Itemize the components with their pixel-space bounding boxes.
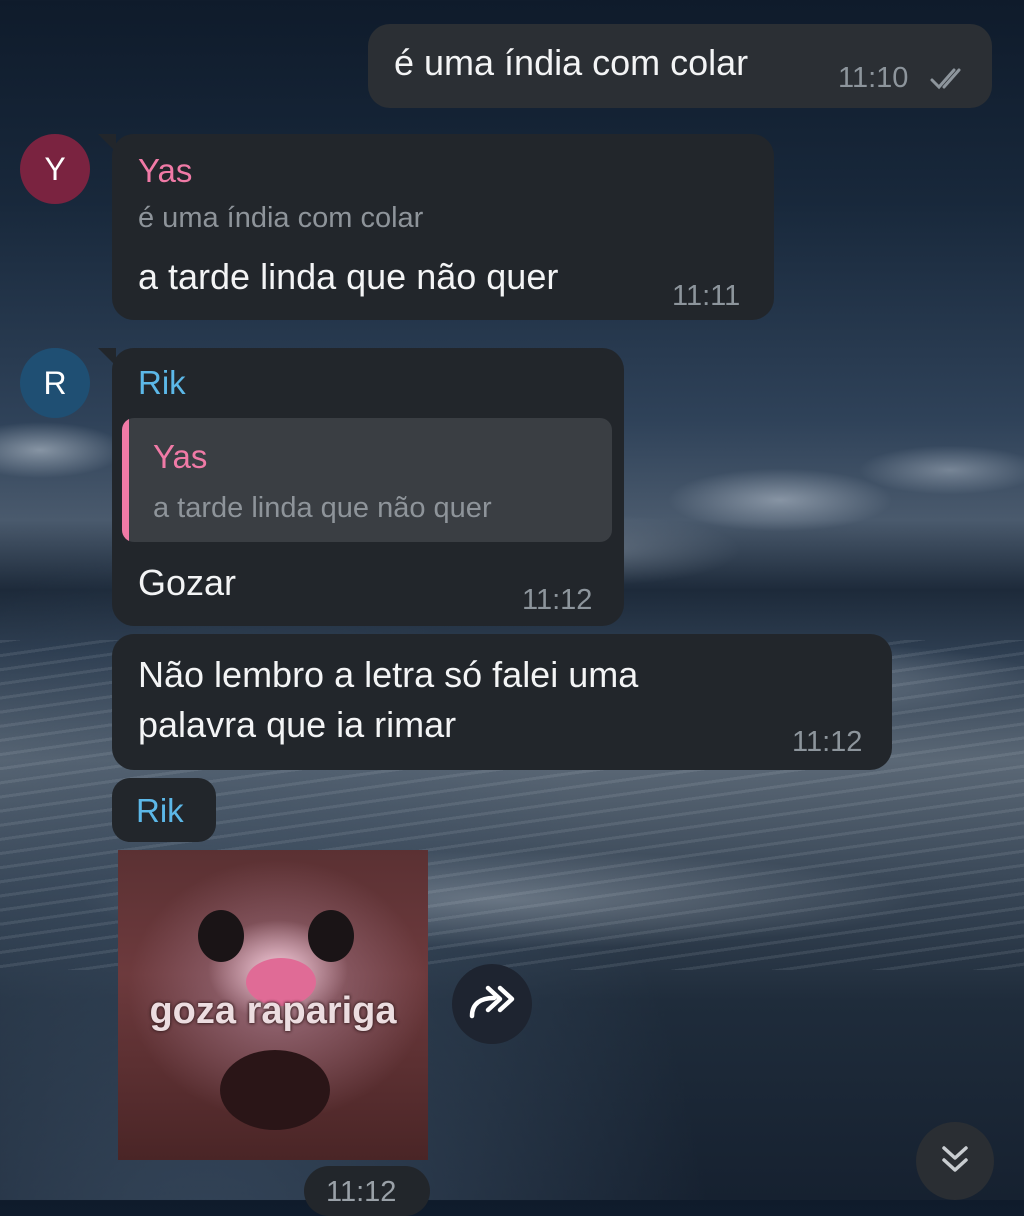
scroll-to-bottom-button[interactable] xyxy=(916,1122,994,1200)
avatar-letter: R xyxy=(43,364,67,401)
message-time: 11:10 xyxy=(838,62,909,94)
incoming-message-bubble[interactable]: Rik Yas a tarde linda que não quer Gozar… xyxy=(98,348,624,626)
message-text: é uma índia com colar xyxy=(394,42,749,83)
quoted-text: é uma índia com colar xyxy=(138,202,424,234)
sticker-eye-left xyxy=(198,910,244,962)
outgoing-message-bubble[interactable]: é uma índia com colar 11:10 xyxy=(368,24,992,108)
sender-name[interactable]: Yas xyxy=(138,152,192,190)
reply-preview[interactable]: Yas a tarde linda que não quer xyxy=(122,418,612,542)
message-time: 11:12 xyxy=(522,584,593,616)
message-time: 11:11 xyxy=(672,280,741,312)
message-time: 11:12 xyxy=(326,1176,397,1208)
message-text-line: Não lembro a letra só falei uma xyxy=(138,654,639,695)
forward-button[interactable] xyxy=(452,964,532,1044)
reply-accent-bar xyxy=(122,418,129,542)
sticker-mouth xyxy=(220,1050,330,1130)
incoming-message-bubble[interactable]: Yas é uma índia com colar a tarde linda … xyxy=(98,134,774,320)
avatar[interactable]: R xyxy=(20,348,90,418)
avatar-letter: Y xyxy=(44,150,66,187)
message-text-line: palavra que ia rimar xyxy=(138,704,457,745)
reply-sender-name: Yas xyxy=(153,438,208,475)
forward-arrow-icon xyxy=(466,982,518,1027)
sticker-caption: goza rapariga xyxy=(149,990,397,1032)
double-chevron-down-icon xyxy=(938,1142,972,1181)
sticker-eye-right xyxy=(308,910,354,962)
message-text: a tarde linda que não quer xyxy=(138,256,559,297)
sender-name[interactable]: Rik xyxy=(138,364,186,402)
sender-name-pill: Rik xyxy=(112,778,216,842)
avatar[interactable]: Y xyxy=(20,134,90,204)
message-time: 11:12 xyxy=(792,726,863,758)
reply-text: a tarde linda que não quer xyxy=(153,492,492,524)
incoming-message-bubble[interactable]: Não lembro a letra só falei uma palavra … xyxy=(112,634,892,770)
message-text: Gozar xyxy=(138,562,237,603)
double-check-icon xyxy=(928,66,972,92)
sender-name[interactable]: Rik xyxy=(136,792,184,830)
sticker-image[interactable]: goza rapariga xyxy=(118,850,428,1160)
sticker-time-pill: 11:12 xyxy=(304,1166,430,1216)
